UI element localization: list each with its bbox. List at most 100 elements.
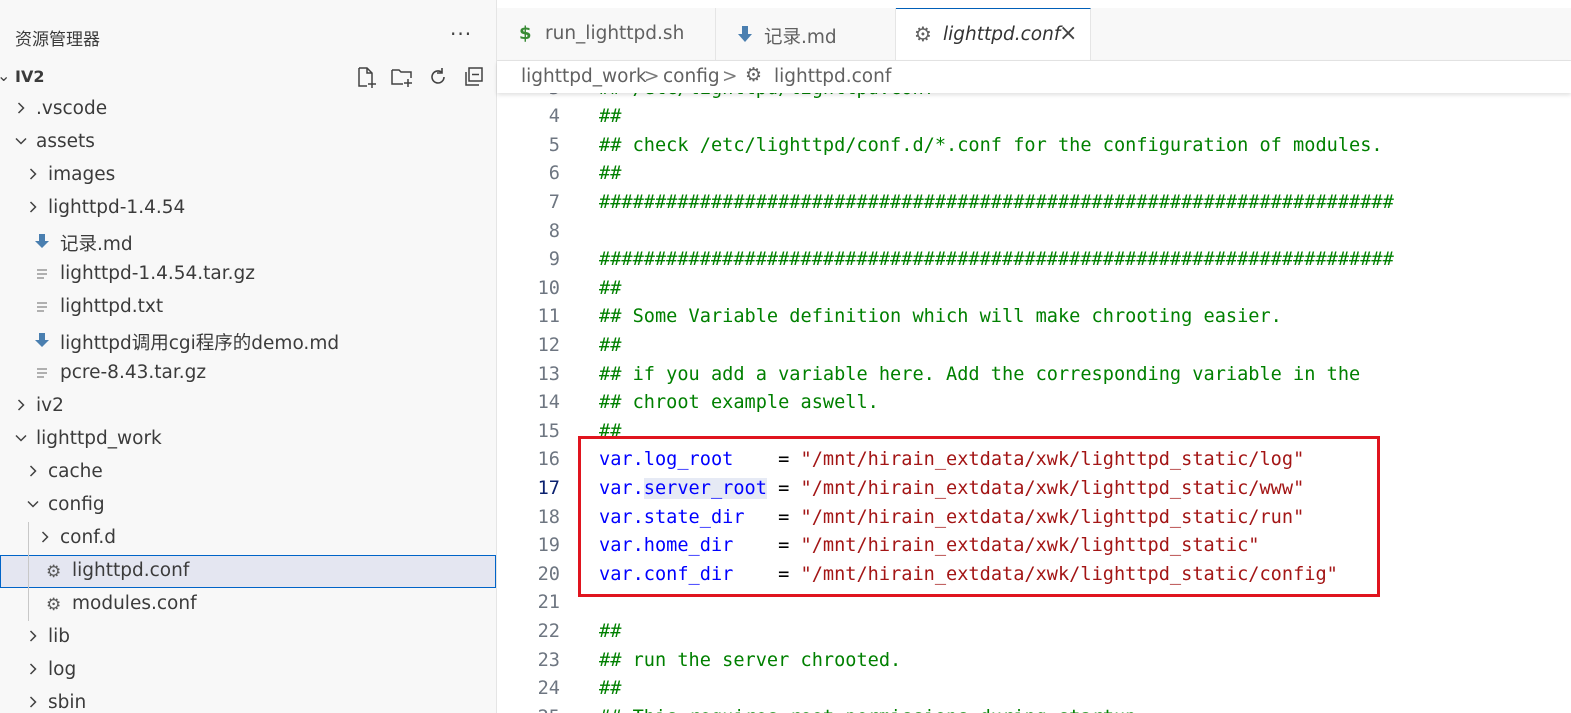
- tree-folder[interactable]: iv2: [0, 390, 496, 423]
- tree-folder[interactable]: images: [0, 159, 496, 192]
- code-line: 4 ##: [497, 104, 1571, 133]
- tree-item-label: conf.d: [60, 527, 117, 548]
- tree-folder[interactable]: lighttpd_work: [0, 423, 496, 456]
- line-source: ## run the server chrooted.: [599, 649, 902, 671]
- code-line: 22 ##: [497, 619, 1571, 648]
- tree-item-label: lighttpd调用cgi程序的demo.md: [60, 333, 340, 354]
- tree-file[interactable]: lighttpd-1.4.54.tar.gz: [0, 258, 496, 291]
- line-number: 25: [497, 707, 560, 713]
- var-name: log_root: [643, 449, 734, 471]
- breadcrumb-lighttpd-work[interactable]: lighttpd_work: [521, 66, 647, 87]
- tree-item-label: lighttpd-1.4.54: [48, 197, 186, 218]
- var-name: server_root: [643, 477, 767, 499]
- tree-item-label: log: [48, 659, 77, 680]
- code-line: 18 var.state_dir = "/mnt/hirain_extdata/x…: [497, 505, 1571, 534]
- tree-folder[interactable]: conf.d: [0, 522, 496, 555]
- equals-sign: =: [778, 535, 801, 557]
- tab-lighttpd-conf[interactable]: ⚙ lighttpd.conf ×: [896, 8, 1091, 60]
- line-number: 6: [548, 163, 560, 185]
- line-source: var.home_dir = "/mnt/hirain_extdata/xwk/…: [599, 535, 1260, 556]
- tree-item-label: pcre-8.43.tar.gz: [60, 362, 207, 383]
- tree-item-label: sbin: [48, 692, 87, 713]
- new-file-icon[interactable]: [355, 66, 377, 88]
- new-folder-icon[interactable]: [390, 66, 414, 88]
- line-number: 4: [548, 106, 560, 128]
- code-line: 14 ## chroot example aswell.: [497, 390, 1571, 419]
- code-editor[interactable]: 3## /etc/lighttpd/lighttpd.conf4##5## ch…: [497, 61, 1571, 713]
- equals-sign: =: [778, 477, 801, 499]
- line-number: 19: [537, 535, 560, 557]
- tree-file[interactable]: lighttpd.txt: [0, 291, 496, 324]
- collapse-all-icon[interactable]: [463, 66, 485, 88]
- line-source: ##: [599, 334, 622, 356]
- line-number: 17: [537, 477, 560, 499]
- string-value: "/mnt/hirain_extdata/xwk/lighttpd_static…: [800, 506, 1305, 528]
- tree-folder[interactable]: .vscode: [0, 93, 496, 126]
- refresh-icon[interactable]: [427, 66, 449, 88]
- line-number: 24: [537, 678, 560, 700]
- chevron-right-icon: [17, 102, 25, 114]
- line-source: ## check /etc/lighttpd/conf.d/*.conf for…: [599, 134, 1383, 156]
- tab-jilu-md[interactable]: 记录.md: [716, 8, 896, 60]
- var-keyword: var.: [599, 477, 644, 499]
- chevron-down-icon: [15, 434, 27, 442]
- tree-file[interactable]: pcre-8.43.tar.gz: [0, 357, 496, 390]
- chevron-down-icon: ⌄: [0, 66, 10, 85]
- gear-icon: ⚙: [914, 22, 932, 46]
- code-line: 6 ##: [497, 161, 1571, 190]
- tree-folder[interactable]: sbin: [0, 687, 496, 713]
- code-line: 19 var.home_dir = "/mnt/hirain_extdata/xw…: [497, 533, 1571, 562]
- tree-item-label: .vscode: [36, 98, 108, 119]
- string-value: "/mnt/hirain_extdata/xwk/lighttpd_static…: [800, 563, 1338, 585]
- breadcrumb-lighttpd-conf[interactable]: lighttpd.conf: [774, 66, 891, 87]
- tree-folder[interactable]: log: [0, 654, 496, 687]
- code-line: 8: [497, 219, 1571, 248]
- var-keyword: var.: [599, 506, 644, 528]
- tree-folder[interactable]: config: [0, 489, 496, 522]
- tree-folder[interactable]: lighttpd-1.4.54: [0, 192, 496, 225]
- line-source: ##: [599, 678, 622, 700]
- line-source: ## if you add a variable here. Add the c…: [599, 363, 1361, 385]
- tree-item-label: lighttpd-1.4.54.tar.gz: [60, 263, 255, 284]
- tree-item-label: config: [48, 494, 105, 515]
- breadcrumb-separator: >: [722, 66, 738, 87]
- line-source: ##: [599, 277, 622, 299]
- var-keyword: var.: [599, 449, 644, 471]
- line-source: var.state_dir = "/mnt/hirain_extdata/xwk…: [599, 507, 1304, 528]
- tree-file[interactable]: 记录.md: [0, 225, 496, 258]
- line-source: ########################################…: [599, 249, 1394, 271]
- chevron-right-icon: [29, 663, 37, 675]
- tree-item-label: lighttpd.txt: [60, 296, 164, 317]
- more-actions-icon[interactable]: ···: [450, 22, 472, 46]
- code-line: 25 ## This requires root permissions duri…: [497, 705, 1571, 713]
- line-number: 11: [537, 306, 560, 328]
- line-number: 13: [537, 363, 560, 385]
- line-number: 23: [537, 649, 560, 671]
- chevron-down-icon: [15, 137, 27, 145]
- tree-file[interactable]: lighttpd调用cgi程序的demo.md: [0, 324, 496, 357]
- tree-folder[interactable]: assets: [0, 126, 496, 159]
- tree-item-label: lighttpd.conf: [72, 560, 190, 581]
- tree-file[interactable]: ⚙ lighttpd.conf: [0, 555, 496, 588]
- tree-folder[interactable]: cache: [0, 456, 496, 489]
- line-source: var.log_root = "/mnt/hirain_extdata/xwk/…: [599, 449, 1304, 470]
- equals-sign: =: [778, 506, 801, 528]
- close-icon[interactable]: ×: [1059, 21, 1077, 46]
- workspace-root[interactable]: ⌄ IV2: [0, 62, 496, 92]
- tab-run-lighttpd-sh[interactable]: $ run_lighttpd.sh: [497, 8, 716, 60]
- chevron-right-icon: [29, 630, 37, 642]
- var-keyword: var.: [599, 535, 644, 557]
- dollar-icon: $: [519, 23, 532, 44]
- tree-folder[interactable]: lib: [0, 621, 496, 654]
- markdown-download-icon: [738, 26, 752, 42]
- tree-file[interactable]: ⚙ modules.conf: [0, 588, 496, 621]
- code-line: 9 #######################################…: [497, 247, 1571, 276]
- workspace-root-label: IV2: [15, 67, 45, 86]
- chevron-right-icon: [41, 531, 49, 543]
- breadcrumb-config[interactable]: config: [663, 66, 720, 87]
- chevron-right-icon: [17, 399, 25, 411]
- line-number: 15: [537, 420, 560, 442]
